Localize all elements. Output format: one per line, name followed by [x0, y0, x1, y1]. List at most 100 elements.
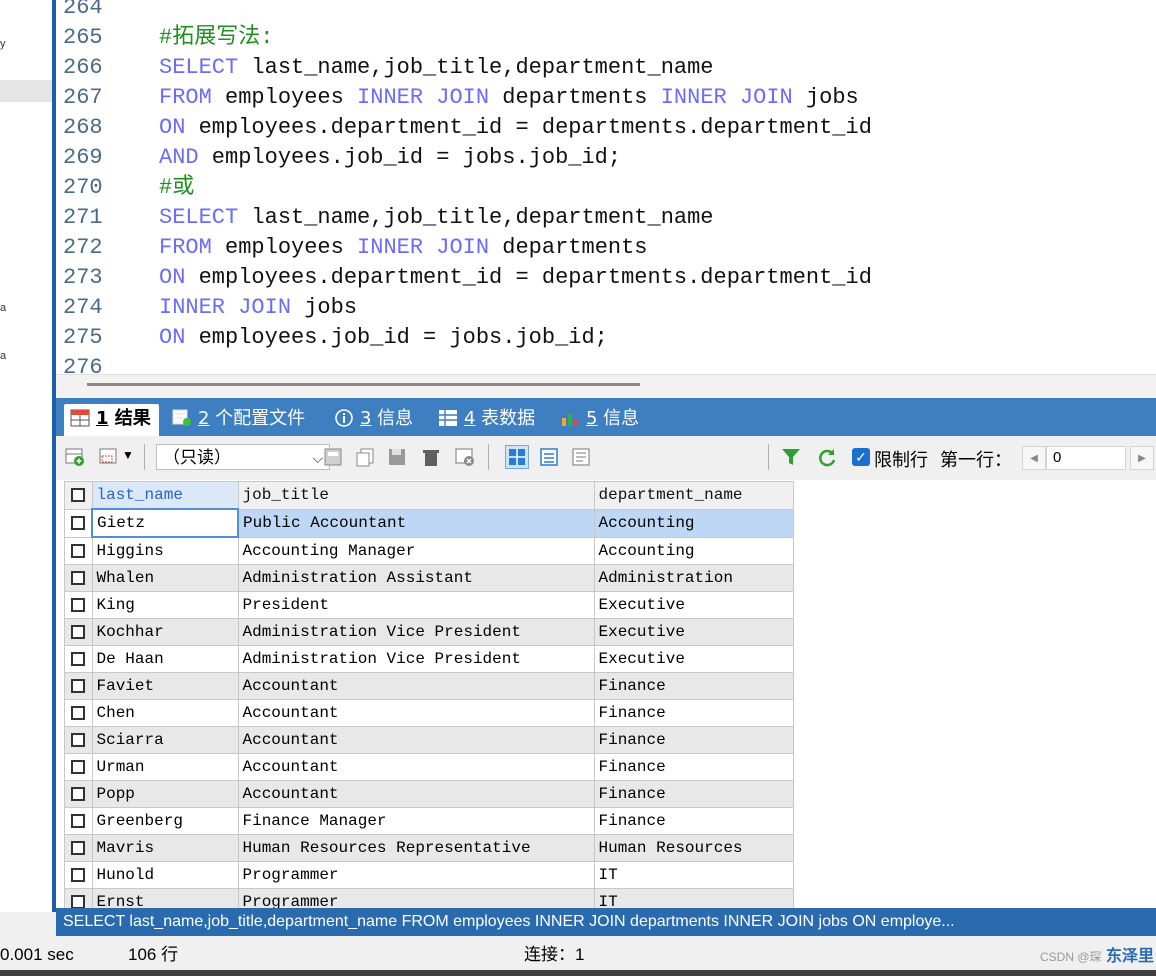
- tab-3[interactable]: 3 信息: [334, 404, 413, 434]
- row-checkbox[interactable]: [64, 564, 93, 592]
- limit-rows-checkbox[interactable]: ✓: [852, 448, 870, 466]
- duplicate-row-icon[interactable]: [98, 446, 120, 468]
- table-row[interactable]: Ernst Programmer IT: [64, 888, 794, 908]
- cell-job-title[interactable]: Accountant: [237, 672, 595, 700]
- table-row[interactable]: Greenberg Finance Manager Finance: [64, 807, 794, 835]
- row-checkbox[interactable]: [64, 536, 93, 565]
- cell-job-title[interactable]: Public Accountant: [237, 508, 595, 538]
- cell-job-title[interactable]: Programmer: [237, 888, 595, 908]
- text-view-icon[interactable]: [570, 446, 592, 468]
- row-checkbox[interactable]: [64, 834, 93, 862]
- table-row[interactable]: Higgins Accounting Manager Accounting: [64, 536, 794, 565]
- cell-last-name[interactable]: De Haan: [91, 645, 239, 673]
- cell-last-name[interactable]: Chen: [91, 699, 239, 727]
- filter-icon[interactable]: [780, 446, 802, 468]
- cell-department-name[interactable]: Finance: [593, 699, 794, 727]
- select-all-checkbox[interactable]: [64, 481, 93, 510]
- object-browser-pane[interactable]: y a a: [0, 0, 57, 912]
- table-row[interactable]: Faviet Accountant Finance: [64, 672, 794, 700]
- cell-job-title[interactable]: Accountant: [237, 726, 595, 754]
- cell-job-title[interactable]: Administration Vice President: [237, 645, 595, 673]
- object-browser-selected-row[interactable]: [0, 80, 52, 102]
- next-page-button[interactable]: ▶: [1130, 446, 1154, 470]
- cell-department-name[interactable]: Finance: [593, 807, 794, 835]
- cell-department-name[interactable]: Administration: [593, 564, 794, 592]
- tab-4[interactable]: 4 表数据: [438, 404, 535, 434]
- cell-last-name[interactable]: Ernst: [91, 888, 239, 908]
- row-checkbox[interactable]: [64, 672, 93, 700]
- cell-department-name[interactable]: Finance: [593, 726, 794, 754]
- cell-department-name[interactable]: Accounting: [593, 536, 794, 565]
- table-row[interactable]: Hunold Programmer IT: [64, 861, 794, 889]
- tab-5[interactable]: 5 信息: [560, 404, 639, 434]
- cell-job-title[interactable]: Accountant: [237, 753, 595, 781]
- cell-department-name[interactable]: Finance: [593, 753, 794, 781]
- cell-last-name[interactable]: Hunold: [91, 861, 239, 889]
- cell-last-name[interactable]: Gietz: [91, 508, 239, 538]
- cell-department-name[interactable]: Finance: [593, 672, 794, 700]
- previous-page-button[interactable]: ◀: [1022, 446, 1046, 470]
- row-checkbox[interactable]: [64, 861, 93, 889]
- table-row[interactable]: Mavris Human Resources Representative Huma…: [64, 834, 794, 862]
- cell-last-name[interactable]: King: [91, 591, 239, 619]
- cell-department-name[interactable]: Finance: [593, 780, 794, 808]
- cell-department-name[interactable]: Executive: [593, 618, 794, 646]
- cell-department-name[interactable]: Executive: [593, 645, 794, 673]
- cell-last-name[interactable]: Higgins: [91, 536, 239, 565]
- cell-last-name[interactable]: Greenberg: [91, 807, 239, 835]
- row-checkbox[interactable]: [64, 699, 93, 727]
- cell-job-title[interactable]: President: [237, 591, 595, 619]
- readonly-select[interactable]: （只读） ⌵: [156, 444, 330, 470]
- save-changes-icon[interactable]: [322, 446, 344, 468]
- row-checkbox[interactable]: [64, 753, 93, 781]
- add-row-icon[interactable]: [64, 446, 86, 468]
- table-row[interactable]: Urman Accountant Finance: [64, 753, 794, 781]
- delete-icon[interactable]: [420, 446, 442, 468]
- cell-last-name[interactable]: Sciarra: [91, 726, 239, 754]
- row-checkbox[interactable]: [64, 726, 93, 754]
- result-grid[interactable]: last_name job_title department_name Giet…: [56, 480, 1156, 908]
- table-row[interactable]: Kochhar Administration Vice President Exec…: [64, 618, 794, 646]
- tab-2[interactable]: 2 个配置文件: [172, 404, 305, 434]
- table-row[interactable]: Sciarra Accountant Finance: [64, 726, 794, 754]
- discard-changes-icon[interactable]: [454, 446, 476, 468]
- cell-last-name[interactable]: Faviet: [91, 672, 239, 700]
- table-row[interactable]: Gietz Public Accountant Accounting: [64, 508, 794, 538]
- row-checkbox[interactable]: [64, 508, 93, 538]
- cell-last-name[interactable]: Kochhar: [91, 618, 239, 646]
- cell-last-name[interactable]: Popp: [91, 780, 239, 808]
- cell-job-title[interactable]: Finance Manager: [237, 807, 595, 835]
- row-checkbox[interactable]: [64, 645, 93, 673]
- scrollbar-thumb[interactable]: [87, 383, 640, 386]
- table-row[interactable]: De Haan Administration Vice President Exec…: [64, 645, 794, 673]
- cell-job-title[interactable]: Accounting Manager: [237, 536, 595, 565]
- refresh-icon[interactable]: [816, 446, 838, 468]
- save-icon[interactable]: [386, 446, 408, 468]
- cell-job-title[interactable]: Programmer: [237, 861, 595, 889]
- row-checkbox[interactable]: [64, 807, 93, 835]
- cell-last-name[interactable]: Whalen: [91, 564, 239, 592]
- cell-department-name[interactable]: Human Resources: [593, 834, 794, 862]
- cell-last-name[interactable]: Urman: [91, 753, 239, 781]
- grid-view-icon[interactable]: [505, 445, 529, 469]
- row-checkbox[interactable]: [64, 888, 93, 908]
- cell-department-name[interactable]: IT: [593, 861, 794, 889]
- cell-department-name[interactable]: Accounting: [593, 508, 794, 538]
- sql-editor[interactable]: 264 265 #拓展写法: 266 SELECT last_name,job_titl…: [56, 0, 1156, 374]
- cell-job-title[interactable]: Accountant: [237, 699, 595, 727]
- column-header-job-title[interactable]: job_title: [237, 481, 595, 510]
- table-row[interactable]: Popp Accountant Finance: [64, 780, 794, 808]
- cell-job-title[interactable]: Human Resources Representative: [237, 834, 595, 862]
- table-row[interactable]: King President Executive: [64, 591, 794, 619]
- cell-job-title[interactable]: Administration Vice President: [237, 618, 595, 646]
- form-view-icon[interactable]: [538, 446, 560, 468]
- table-row[interactable]: Whalen Administration Assistant Administra…: [64, 564, 794, 592]
- tab-1[interactable]: 1 结果: [64, 404, 159, 436]
- cell-last-name[interactable]: Mavris: [91, 834, 239, 862]
- row-checkbox[interactable]: [64, 618, 93, 646]
- copy-icon[interactable]: [354, 446, 376, 468]
- row-checkbox[interactable]: [64, 591, 93, 619]
- row-checkbox[interactable]: [64, 780, 93, 808]
- cell-job-title[interactable]: Administration Assistant: [237, 564, 595, 592]
- column-header-last-name[interactable]: last_name: [91, 481, 239, 510]
